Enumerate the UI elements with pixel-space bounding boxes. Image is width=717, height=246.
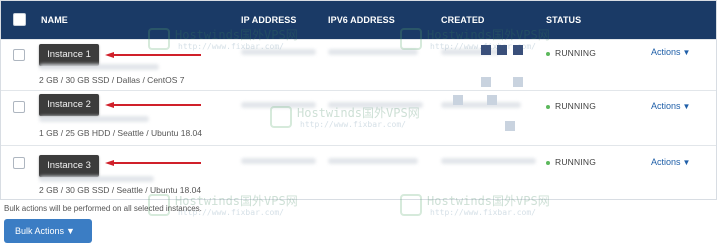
running-dot-icon bbox=[546, 160, 550, 165]
instance-name-badge[interactable]: Instance 1 bbox=[39, 44, 99, 66]
instance-name-badge[interactable]: Instance 2 bbox=[39, 94, 99, 116]
status-text: RUNNING bbox=[555, 101, 597, 111]
pixel-mosaic bbox=[487, 95, 497, 105]
column-header-ip-address[interactable]: IP ADDRESS bbox=[241, 15, 297, 25]
watermark-url: http://www.fixbar.com/ bbox=[430, 208, 536, 217]
ip-address-redacted bbox=[241, 158, 316, 164]
created-date-redacted bbox=[441, 158, 536, 164]
chevron-down-icon: ▼ bbox=[682, 102, 691, 111]
pixel-mosaic bbox=[481, 77, 491, 87]
status-text: RUNNING bbox=[555, 48, 597, 58]
watermark-brand: Hostwinds国外VPS网 bbox=[427, 28, 550, 42]
watermark-brand: Hostwinds国外VPS网 bbox=[175, 28, 298, 42]
watermark-brand: Hostwinds国外VPS网 bbox=[297, 106, 420, 120]
actions-label: Actions bbox=[651, 101, 681, 111]
actions-dropdown[interactable]: Actions ▼ bbox=[651, 101, 690, 111]
pixel-mosaic bbox=[453, 95, 463, 105]
ipv6-address-redacted bbox=[328, 158, 418, 164]
bulk-actions-note: Bulk actions will be performed on all se… bbox=[4, 204, 202, 213]
pixel-mosaic bbox=[513, 77, 523, 87]
instances-table: NAME IP ADDRESS IPV6 ADDRESS CREATED STA… bbox=[0, 0, 717, 200]
red-arrow-annotation-icon bbox=[105, 52, 201, 58]
instance-spec: 2 GB / 30 GB SSD / Dallas / CentOS 7 bbox=[39, 75, 185, 85]
hostname-redacted bbox=[39, 64, 159, 70]
instance-name-badge[interactable]: Instance 3 bbox=[39, 155, 99, 177]
status-badge: RUNNING bbox=[546, 157, 596, 167]
chevron-down-icon: ▼ bbox=[66, 226, 75, 236]
pixel-mosaic bbox=[505, 121, 515, 131]
column-header-status[interactable]: STATUS bbox=[546, 15, 581, 25]
table-header: NAME IP ADDRESS IPV6 ADDRESS CREATED STA… bbox=[1, 1, 716, 39]
column-header-created[interactable]: CREATED bbox=[441, 15, 485, 25]
column-header-name[interactable]: NAME bbox=[41, 15, 68, 25]
status-badge: RUNNING bbox=[546, 48, 596, 58]
watermark-url: http://www.fixbar.com/ bbox=[178, 42, 284, 51]
actions-label: Actions bbox=[651, 47, 681, 57]
watermark-logo-icon bbox=[270, 106, 292, 128]
hostname-redacted bbox=[39, 176, 154, 182]
chevron-down-icon: ▼ bbox=[682, 48, 691, 57]
status-text: RUNNING bbox=[555, 157, 597, 167]
watermark-brand: Hostwinds国外VPS网 bbox=[427, 194, 550, 208]
table-row: Instance 1 2 GB / 30 GB SSD / Dallas / C… bbox=[1, 39, 716, 90]
watermark-logo-icon bbox=[400, 28, 422, 50]
watermark-logo-icon bbox=[400, 194, 422, 216]
actions-label: Actions bbox=[651, 157, 681, 167]
watermark-logo-icon bbox=[148, 28, 170, 50]
column-header-ipv6-address[interactable]: IPV6 ADDRESS bbox=[328, 15, 395, 25]
watermark-url: http://www.fixbar.com/ bbox=[300, 120, 406, 129]
table-row: Instance 3 2 GB / 30 GB SSD / Seattle / … bbox=[1, 145, 716, 199]
actions-dropdown[interactable]: Actions ▼ bbox=[651, 47, 690, 57]
row-checkbox[interactable] bbox=[13, 49, 25, 61]
red-arrow-annotation-icon bbox=[105, 102, 201, 108]
bulk-actions-button[interactable]: Bulk Actions ▼ bbox=[4, 219, 92, 243]
running-dot-icon bbox=[546, 51, 550, 56]
watermark-url: http://www.fixbar.com/ bbox=[430, 42, 536, 51]
red-arrow-annotation-icon bbox=[105, 160, 201, 166]
hostname-redacted bbox=[39, 116, 149, 122]
row-checkbox[interactable] bbox=[13, 101, 25, 113]
actions-dropdown[interactable]: Actions ▼ bbox=[651, 157, 690, 167]
chevron-down-icon: ▼ bbox=[682, 158, 691, 167]
status-badge: RUNNING bbox=[546, 101, 596, 111]
row-checkbox[interactable] bbox=[13, 157, 25, 169]
select-all-checkbox[interactable] bbox=[13, 13, 26, 26]
instance-spec: 1 GB / 25 GB HDD / Seattle / Ubuntu 18.0… bbox=[39, 128, 203, 138]
running-dot-icon bbox=[546, 104, 550, 109]
bulk-actions-label: Bulk Actions bbox=[15, 226, 65, 236]
